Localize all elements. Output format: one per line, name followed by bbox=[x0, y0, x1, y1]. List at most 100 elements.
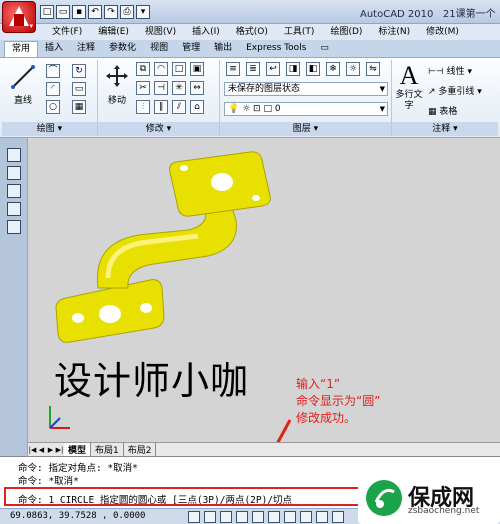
open-folder-icon[interactable]: ▭ bbox=[56, 5, 70, 19]
multileader-button[interactable]: ↗ 多重引线 ▾ bbox=[428, 84, 482, 97]
lightbulb-icon: 💡 bbox=[228, 104, 240, 114]
join-icon[interactable]: ⌂ bbox=[190, 100, 204, 114]
extend-icon[interactable]: ⊣ bbox=[154, 81, 168, 95]
line-icon bbox=[11, 65, 35, 89]
command-history-line: 命令: 指定对角点: *取消* bbox=[18, 463, 138, 474]
layer-previous-icon[interactable]: ↩ bbox=[266, 62, 280, 76]
tab-model[interactable]: 模型 bbox=[64, 443, 92, 456]
layer-unisolate-icon[interactable]: ◧ bbox=[306, 62, 320, 76]
menu-draw[interactable]: 绘图(D) bbox=[322, 24, 370, 40]
layer-off-icon[interactable]: ☼ bbox=[346, 62, 360, 76]
tab-layout2[interactable]: 布局2 bbox=[124, 443, 157, 456]
view-cube-icon[interactable] bbox=[7, 184, 21, 198]
layer-state-dropdown[interactable]: 未保存的图层状态 ▼ bbox=[224, 82, 388, 96]
mirror-icon[interactable]: ⫶ bbox=[136, 100, 150, 114]
linear-label: 线性 bbox=[446, 67, 465, 77]
command-input-line[interactable]: 命令: 1 CIRCLE 指定圆的圆心或 [三点(3P)/两点(2P)/切点 bbox=[18, 492, 292, 506]
polar-tracking-icon[interactable] bbox=[236, 511, 248, 523]
draw-panel-title[interactable]: 绘图 ▾ bbox=[2, 122, 97, 136]
multiline-text-button[interactable]: A 多行文字 bbox=[394, 62, 424, 112]
first-tab-icon[interactable]: |◀ bbox=[28, 445, 37, 455]
layer-match-icon[interactable]: ⇋ bbox=[366, 62, 380, 76]
object-snap-tracking-icon[interactable] bbox=[268, 511, 280, 523]
showmotion-icon[interactable] bbox=[7, 220, 21, 234]
save-icon[interactable]: ▪ bbox=[72, 5, 86, 19]
line-button[interactable]: 直线 bbox=[6, 64, 40, 106]
dynamic-ucs-icon[interactable] bbox=[284, 511, 296, 523]
linear-dimension-button[interactable]: ⊢⊣ 线性 ▾ bbox=[428, 64, 472, 77]
next-tab-icon[interactable]: ▶ bbox=[46, 445, 55, 455]
tab-view[interactable]: 视图 bbox=[143, 40, 175, 57]
prev-tab-icon[interactable]: ◀ bbox=[37, 445, 46, 455]
layer-state-icon[interactable]: ≣ bbox=[246, 62, 260, 76]
print-icon[interactable]: ⎙ bbox=[120, 5, 134, 19]
menu-file[interactable]: 文件(F) bbox=[44, 24, 90, 40]
toolbar-grip-icon[interactable] bbox=[7, 148, 21, 162]
menu-insert[interactable]: 插入(I) bbox=[184, 24, 228, 40]
offset-icon[interactable]: ∥ bbox=[154, 100, 168, 114]
tab-output[interactable]: 输出 bbox=[207, 40, 239, 57]
layer-isolate-icon[interactable]: ◨ bbox=[286, 62, 300, 76]
modify-panel-title[interactable]: 修改 ▾ bbox=[98, 122, 219, 136]
menu-edit[interactable]: 编辑(E) bbox=[90, 24, 137, 40]
redo-icon[interactable]: ↷ bbox=[104, 5, 118, 19]
menu-tools[interactable]: 工具(T) bbox=[276, 24, 323, 40]
circle-icon[interactable]: ○ bbox=[46, 100, 60, 114]
tab-annotate[interactable]: 注释 bbox=[70, 40, 102, 57]
menu-modify[interactable]: 修改(M) bbox=[418, 24, 467, 40]
qat-dropdown-icon[interactable]: ▾ bbox=[136, 5, 150, 19]
menu-format[interactable]: 格式(O) bbox=[228, 24, 276, 40]
grid-display-icon[interactable] bbox=[204, 511, 216, 523]
current-layer-value: 0 bbox=[274, 104, 281, 114]
text-a-icon: A bbox=[399, 61, 419, 90]
rotate-icon[interactable]: ↻ bbox=[72, 64, 86, 78]
polyline-icon[interactable]: ⌒ bbox=[46, 64, 60, 78]
menu-dimension[interactable]: 标注(N) bbox=[370, 24, 418, 40]
new-file-icon[interactable]: □ bbox=[40, 5, 54, 19]
tab-manage[interactable]: 管理 bbox=[175, 40, 207, 57]
drawing-viewport[interactable]: 设计师小咖 输入“1” 命令显示为“圆” 修改成功。 bbox=[28, 138, 500, 442]
line-label: 直线 bbox=[13, 96, 32, 106]
steering-wheel-icon[interactable] bbox=[7, 202, 21, 216]
explode-icon[interactable]: ✳ bbox=[172, 81, 186, 95]
tab-parametric[interactable]: 参数化 bbox=[102, 40, 143, 57]
rectangle-icon[interactable]: ▭ bbox=[72, 82, 86, 96]
layer-freeze-icon[interactable]: ❄ bbox=[326, 62, 340, 76]
title-bar: □ ▭ ▪ ↶ ↷ ⎙ ▾ AutoCAD 2010 21课第一个 bbox=[0, 0, 500, 24]
tab-layout1[interactable]: 布局1 bbox=[91, 443, 124, 456]
layer-properties-icon[interactable]: ≡ bbox=[226, 62, 240, 76]
table-button[interactable]: ▦ 表格 bbox=[428, 104, 457, 117]
named-views-icon[interactable] bbox=[7, 166, 21, 180]
quick-access-toolbar: □ ▭ ▪ ↶ ↷ ⎙ ▾ bbox=[40, 3, 150, 21]
arc-icon[interactable]: ◜ bbox=[46, 82, 60, 96]
undo-icon[interactable]: ↶ bbox=[88, 5, 102, 19]
hatch-icon[interactable]: ▦ bbox=[72, 100, 86, 114]
ortho-mode-icon[interactable] bbox=[220, 511, 232, 523]
stretch-icon[interactable]: ⇔ bbox=[190, 81, 204, 95]
lineweight-icon[interactable] bbox=[316, 511, 328, 523]
current-layer-dropdown[interactable]: 💡 ☼ ⊡ □ 0 ▼ bbox=[224, 102, 388, 116]
quick-properties-icon[interactable] bbox=[332, 511, 344, 523]
array-icon[interactable]: ▣ bbox=[190, 62, 204, 76]
dynamic-input-icon[interactable] bbox=[300, 511, 312, 523]
snap-mode-icon[interactable] bbox=[188, 511, 200, 523]
layers-panel-title[interactable]: 图层 ▾ bbox=[220, 122, 391, 136]
object-snap-icon[interactable] bbox=[252, 511, 264, 523]
menu-view[interactable]: 视图(V) bbox=[137, 24, 184, 40]
application-menu-button[interactable]: ▾ bbox=[2, 1, 36, 33]
break-icon[interactable]: ⫽ bbox=[172, 100, 186, 114]
fillet-icon[interactable]: ◠ bbox=[154, 62, 168, 76]
site-watermark-logo: 保成网 zsbaocheng.net bbox=[358, 476, 500, 524]
tab-express-tools[interactable]: Express Tools bbox=[239, 40, 313, 57]
copy-icon[interactable]: ⧉ bbox=[136, 62, 150, 76]
trim-icon[interactable]: ✂ bbox=[136, 81, 150, 95]
modify-panel: 移动 ⧉ ◠ □ ▣ ✂ ⊣ ✳ ⇔ ⫶ ∥ ⫽ ⌂ 修改 ▾ bbox=[98, 60, 220, 136]
tab-insert[interactable]: 插入 bbox=[38, 40, 70, 57]
scale-icon[interactable]: □ bbox=[172, 62, 186, 76]
last-tab-icon[interactable]: ▶| bbox=[55, 445, 64, 455]
move-button[interactable]: 移动 bbox=[102, 64, 132, 106]
ribbon-minimize-icon[interactable]: ▭ bbox=[313, 40, 336, 57]
red-annotation: 输入“1” 命令显示为“圆” 修改成功。 bbox=[296, 376, 380, 427]
tab-home[interactable]: 常用 bbox=[4, 41, 39, 57]
annotation-panel-title[interactable]: 注释 ▾ bbox=[392, 122, 498, 136]
